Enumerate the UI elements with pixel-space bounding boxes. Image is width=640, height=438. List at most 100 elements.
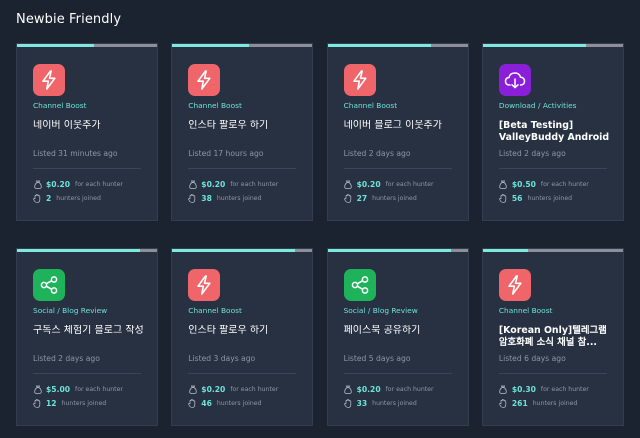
money-bag-icon [188,384,197,394]
hunters-value: 27 [356,193,368,203]
task-category: Social / Blog Review [343,306,418,315]
hunters-label: hunters joined [61,399,107,407]
category-icon-box [498,269,531,301]
task-card-3[interactable]: Channel Boost 네이버 블로그 이웃추가 Listed 2 days… [326,43,469,221]
price-label: for each hunter [75,180,123,188]
task-card-4[interactable]: Download / Activities [Beta Testing] Val… [481,43,624,221]
hunters-row: 56 hunters joined [499,193,572,203]
listed-time: Listed 5 days ago [343,354,411,363]
task-category: Channel Boost [498,306,553,315]
hunters-row: 27 hunters joined [343,193,417,203]
price-value: $0.20 [201,384,226,394]
divider [188,373,297,374]
divider [498,168,607,169]
hunters-row: 2 hunters joined [33,193,101,203]
hunters-value: 33 [356,398,368,408]
task-title: [Korean Only]텔레그램 암호화폐 소식 채널 참... [498,325,607,348]
price-label: for each hunter [230,180,279,188]
price-label: for each hunter [385,180,434,188]
hand-icon [499,193,508,203]
progress-bar [17,249,157,252]
hunters-label: hunters joined [216,194,262,202]
listed-time: Listed 3 days ago [188,354,256,363]
price-row: $5.00 for each hunter [33,384,123,394]
price-row: $0.50 for each hunter [499,179,589,189]
task-card-5[interactable]: Social / Blog Review 구독스 체험기 블로그 작성 List… [16,248,158,426]
price-value: $0.20 [356,384,381,394]
price-value: $0.20 [201,179,226,189]
listed-time: Listed 2 days ago [498,149,566,158]
task-title: 인스타 팔로우 하기 [188,325,269,336]
listed-time: Listed 31 minutes ago [33,149,118,158]
task-card-1[interactable]: Channel Boost 네이버 이웃추가 Listed 31 minutes… [16,43,158,221]
listed-time: Listed 2 days ago [343,149,411,158]
task-card-6[interactable]: Channel Boost 인스타 팔로우 하기 Listed 3 days a… [171,248,314,426]
hunters-row: 38 hunters joined [188,193,262,203]
progress-fill [17,44,94,47]
task-card-7[interactable]: Social / Blog Review 페이스북 공유하기 Listed 5 … [326,248,469,426]
price-label: for each hunter [540,180,589,188]
hand-icon [343,398,353,408]
divider [498,373,607,374]
hunters-label: hunters joined [372,399,417,407]
progress-fill [482,44,587,47]
hunters-row: 46 hunters joined [188,398,262,408]
divider [33,373,141,374]
task-category: Social / Blog Review [33,306,108,315]
task-category: Channel Boost [188,306,242,315]
category-icon-box [188,269,221,301]
hunters-value: 38 [201,193,212,203]
progress-bar [17,44,157,47]
hunters-label: hunters joined [527,194,573,202]
progress-fill [172,44,250,47]
lightning-icon [197,275,211,295]
money-bag-icon [33,384,42,394]
hunters-row: 261 hunters joined [499,398,577,408]
task-card-2[interactable]: Channel Boost 인스타 팔로우 하기 Listed 17 hours… [171,43,314,221]
task-category: Channel Boost [188,101,242,110]
share-icon [40,276,58,294]
progress-bar [327,44,468,47]
price-label: for each hunter [385,385,434,393]
hunters-label: hunters joined [532,399,578,407]
lightning-icon [352,70,367,90]
hunters-label: hunters joined [216,399,262,407]
price-label: for each hunter [230,385,279,393]
hand-icon [499,398,508,408]
task-card-grid: Channel Boost 네이버 이웃추가 Listed 31 minutes… [16,43,624,426]
task-category: Download / Activities [498,101,577,110]
money-bag-icon [188,179,197,189]
price-row: $0.20 for each hunter [344,384,434,394]
task-title: 인스타 팔로우 하기 [188,120,269,131]
price-row: $0.20 for each hunter [33,179,123,189]
hand-icon [188,193,197,203]
progress-bar [482,249,623,252]
money-bag-icon [499,179,508,189]
progress-bar [482,44,623,47]
task-title: 구독스 체험기 블로그 작성 [33,325,144,336]
hunters-value: 261 [511,398,528,408]
hand-icon [188,398,197,408]
category-icon-box [33,269,65,301]
lightning-icon [197,70,211,90]
share-icon [351,276,368,294]
progress-fill [17,249,141,252]
task-title: 페이스북 공유하기 [343,325,421,336]
lightning-icon [42,70,56,90]
hunters-label: hunters joined [56,194,101,202]
price-value: $0.50 [511,179,536,189]
hand-icon [343,193,353,203]
price-row: $0.20 for each hunter [188,179,278,189]
task-card-8[interactable]: Channel Boost [Korean Only]텔레그램 암호화폐 소식 … [481,248,624,426]
section-title: Newbie Friendly [16,12,122,27]
money-bag-icon [33,179,42,189]
divider [343,168,452,169]
progress-bar [172,249,313,252]
price-value: $0.20 [356,179,381,189]
price-row: $0.20 for each hunter [188,384,278,394]
divider [343,373,452,374]
hunters-value: 56 [511,193,523,203]
price-label: for each hunter [75,385,123,393]
category-icon-box [498,64,531,96]
listed-time: Listed 6 days ago [498,354,566,363]
